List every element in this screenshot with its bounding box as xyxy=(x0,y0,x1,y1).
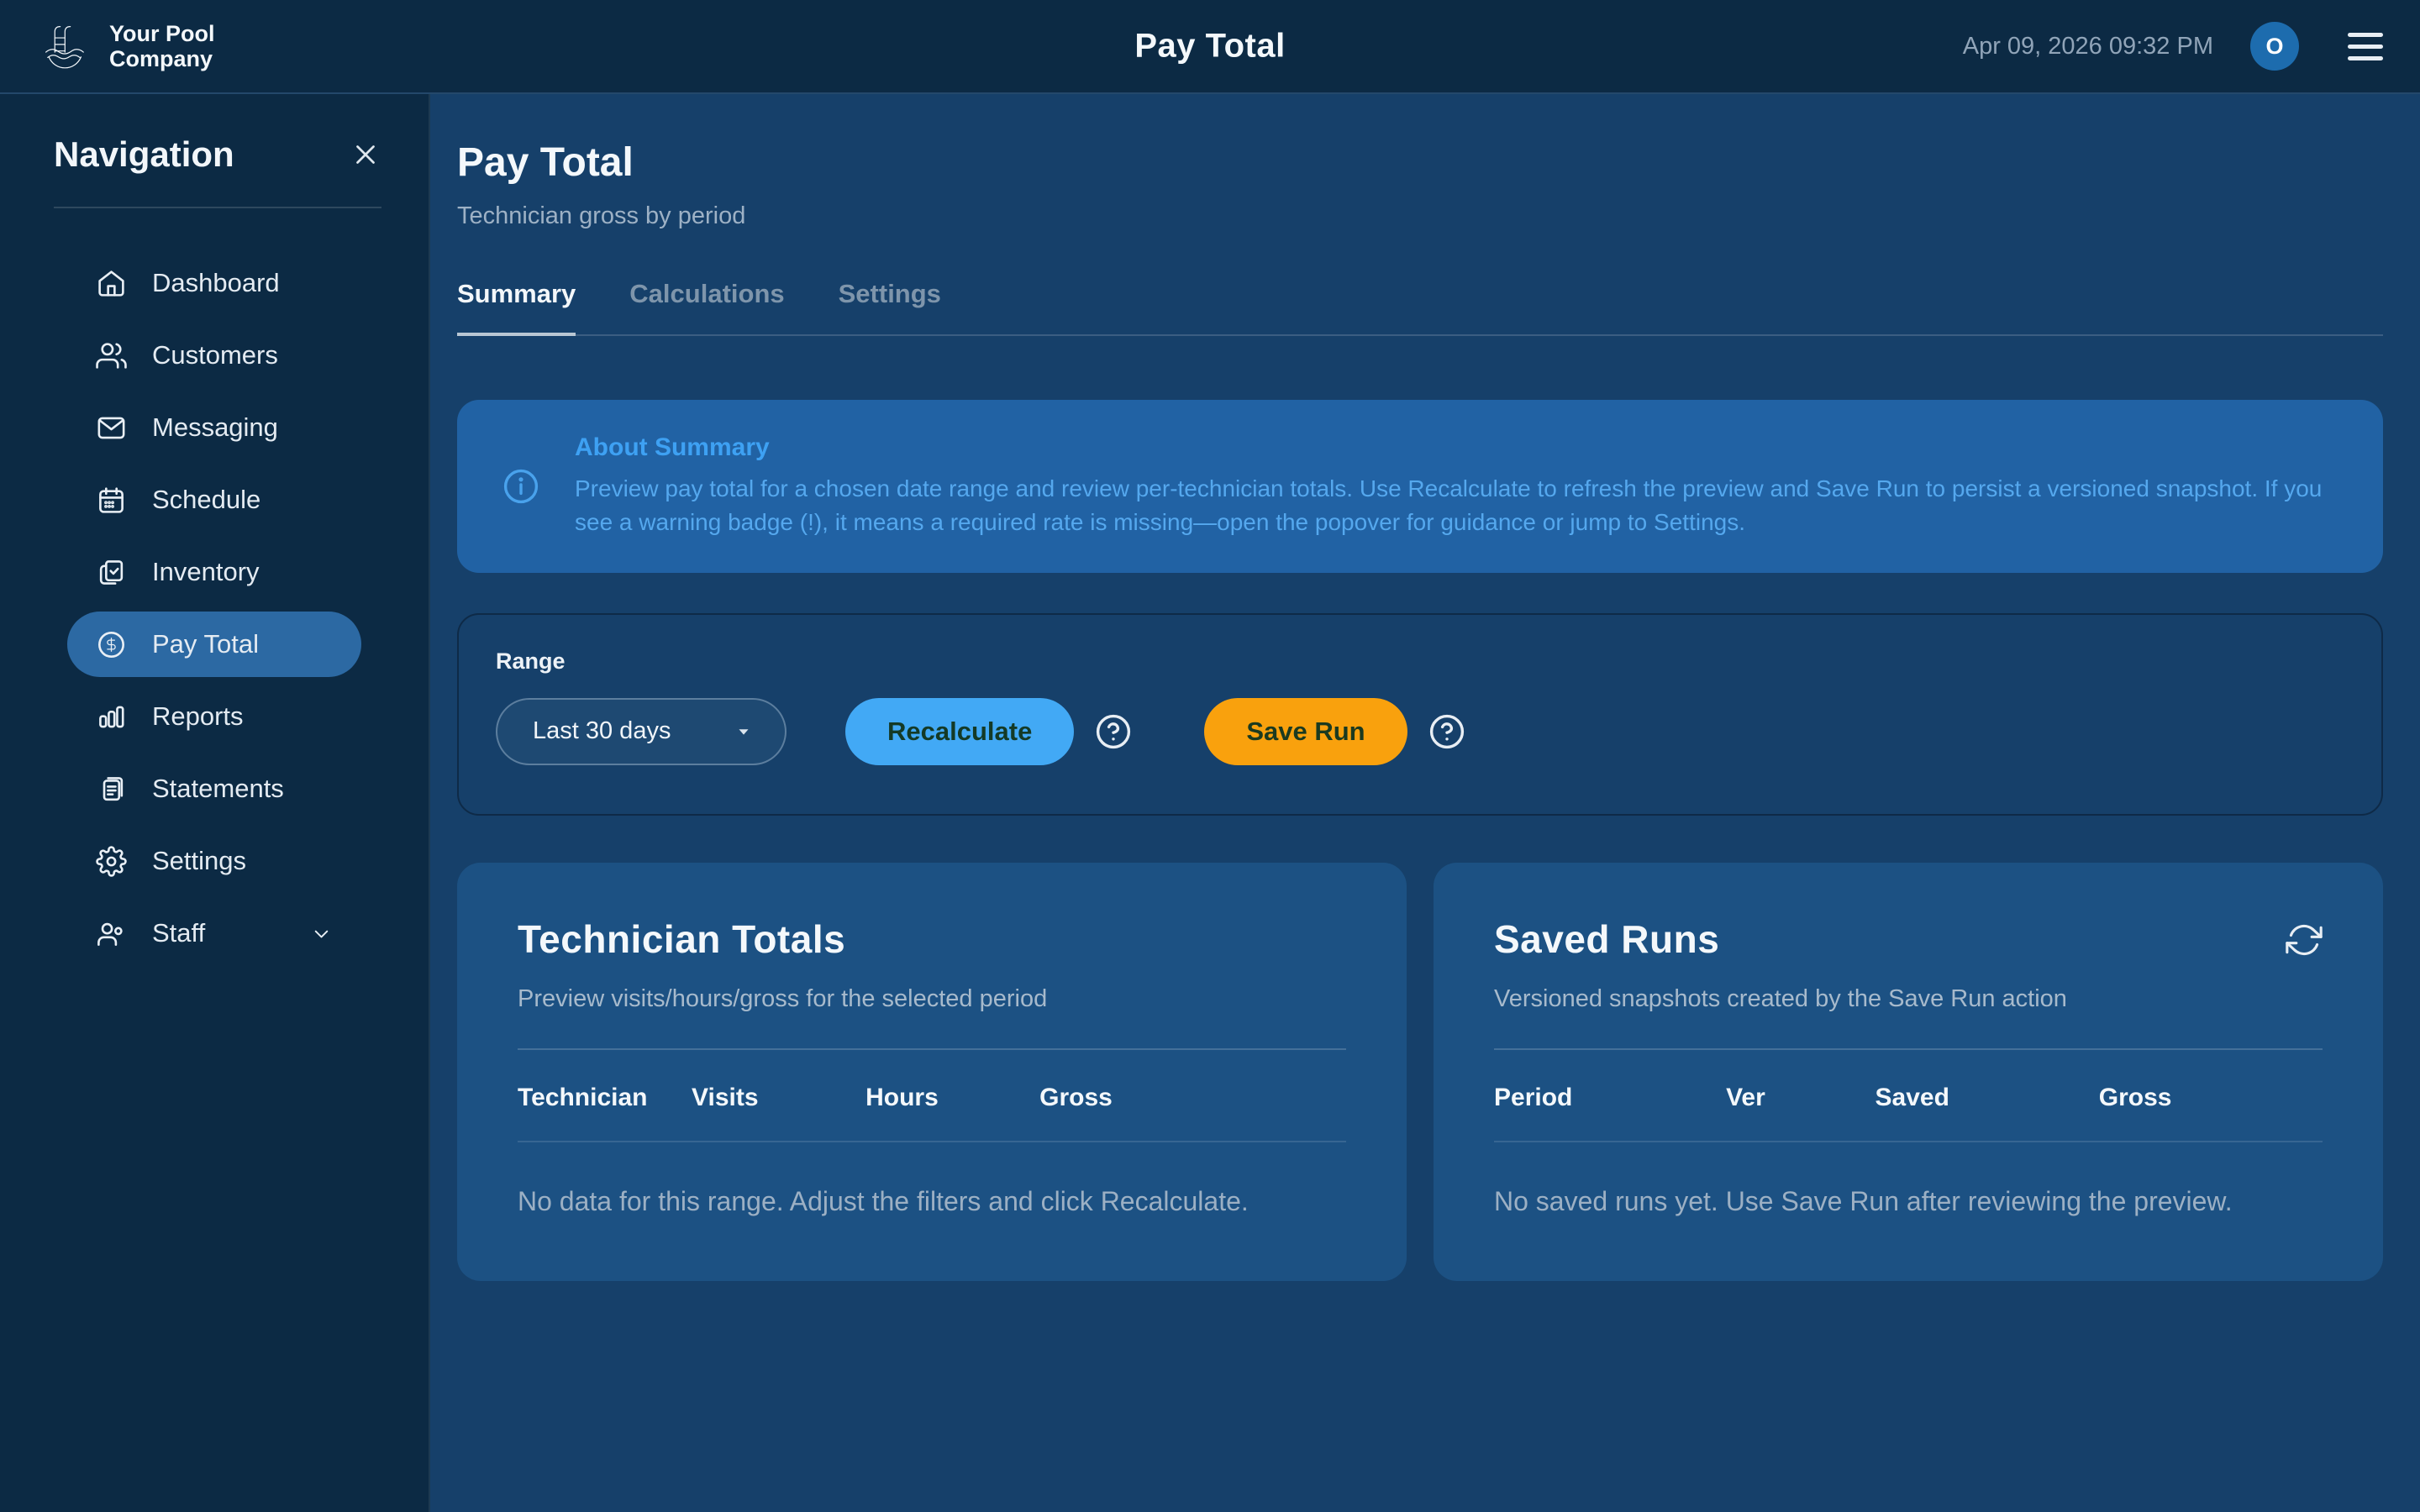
controls-row: Last 30 days Recalculate Save Run xyxy=(496,698,2344,765)
sidebar-header: Navigation xyxy=(54,134,381,175)
sidebar-title: Navigation xyxy=(54,134,234,175)
sidebar-item-reports[interactable]: Reports xyxy=(67,684,361,749)
sidebar-item-inventory[interactable]: Inventory xyxy=(67,539,361,605)
sidebar-item-label: Schedule xyxy=(152,485,260,515)
calendar-icon xyxy=(96,485,127,516)
column-header: Period xyxy=(1494,1084,1726,1112)
sidebar-item-label: Pay Total xyxy=(152,629,259,659)
about-summary-body: Preview pay total for a chosen date rang… xyxy=(575,472,2339,539)
divider xyxy=(1494,1141,2323,1142)
saved-runs-header-row: Period Ver Saved Gross xyxy=(1494,1084,2323,1112)
tab-calculations[interactable]: Calculations xyxy=(629,279,784,336)
saved-runs-empty-state: No saved runs yet. Use Save Run after re… xyxy=(1494,1186,2323,1217)
range-controls-panel: Range Last 30 days Recalculate xyxy=(457,613,2383,816)
about-summary-banner: About Summary Preview pay total for a ch… xyxy=(457,400,2383,573)
info-icon xyxy=(501,466,541,507)
page-title: Pay Total xyxy=(457,139,2383,186)
saved-runs-title: Saved Runs xyxy=(1494,916,1719,962)
clipboard-list-icon xyxy=(96,774,127,805)
sidebar-item-pay-total[interactable]: Pay Total xyxy=(67,612,361,677)
brand-line2: Company xyxy=(109,46,215,71)
sidebar-item-customers[interactable]: Customers xyxy=(67,323,361,388)
staff-icon xyxy=(96,918,127,949)
page-subtitle: Technician gross by period xyxy=(457,202,2383,230)
menu-icon[interactable] xyxy=(2348,33,2383,60)
brand-name: Your Pool Company xyxy=(109,21,215,71)
sidebar-item-messaging[interactable]: Messaging xyxy=(67,395,361,460)
top-header: Your Pool Company Pay Total Apr 09, 2026… xyxy=(0,0,2420,94)
gear-icon xyxy=(96,846,127,877)
users-icon xyxy=(96,340,127,371)
recalculate-button[interactable]: Recalculate xyxy=(845,698,1074,765)
main-content: Pay Total Technician gross by period Sum… xyxy=(430,94,2420,1512)
sidebar-item-label: Inventory xyxy=(152,557,260,587)
recalculate-help-icon[interactable] xyxy=(1093,711,1134,752)
brand-line1: Your Pool xyxy=(109,21,215,46)
mail-icon xyxy=(96,412,127,444)
home-icon xyxy=(96,268,127,299)
about-summary-text: About Summary Preview pay total for a ch… xyxy=(575,433,2339,539)
saved-runs-subtitle: Versioned snapshots created by the Save … xyxy=(1494,985,2323,1013)
column-header: Technician xyxy=(518,1084,692,1112)
sidebar-item-label: Settings xyxy=(152,846,246,876)
technician-totals-title: Technician Totals xyxy=(518,916,845,962)
body-layout: Navigation Dashboard xyxy=(0,94,2420,1512)
column-header: Gross xyxy=(2099,1084,2323,1112)
sidebar-item-label: Messaging xyxy=(152,412,278,443)
sidebar-item-dashboard[interactable]: Dashboard xyxy=(67,250,361,316)
column-header: Hours xyxy=(865,1084,1039,1112)
clipboard-check-icon xyxy=(96,557,127,588)
technician-totals-empty-state: No data for this range. Adjust the filte… xyxy=(518,1186,1346,1217)
bar-chart-icon xyxy=(96,701,127,732)
column-header: Ver xyxy=(1726,1084,1875,1112)
about-summary-title: About Summary xyxy=(575,433,2339,462)
sidebar-item-settings[interactable]: Settings xyxy=(67,828,361,894)
column-header: Visits xyxy=(692,1084,865,1112)
dollar-circle-icon xyxy=(96,629,127,660)
saved-runs-card: Saved Runs Versioned snapshots created b… xyxy=(1434,863,2383,1281)
range-select[interactable]: Last 30 days xyxy=(496,698,786,765)
header-title: Pay Total xyxy=(1134,28,1285,66)
technician-totals-subtitle: Preview visits/hours/gross for the selec… xyxy=(518,985,1346,1013)
sidebar-item-statements[interactable]: Statements xyxy=(67,756,361,822)
sidebar-item-label: Statements xyxy=(152,774,284,804)
tab-bar: Summary Calculations Settings xyxy=(457,279,2383,336)
refresh-icon[interactable] xyxy=(2286,921,2323,958)
cards-row: Technician Totals Preview visits/hours/g… xyxy=(457,863,2383,1281)
range-select-value: Last 30 days xyxy=(533,717,671,745)
sidebar-item-label: Customers xyxy=(152,340,278,370)
column-header: Saved xyxy=(1876,1084,2099,1112)
chevron-down-icon xyxy=(310,922,333,945)
brand: Your Pool Company xyxy=(37,18,215,75)
sidebar-item-staff[interactable]: Staff xyxy=(67,900,361,966)
sidebar-item-label: Staff xyxy=(152,918,205,948)
sidebar-item-label: Dashboard xyxy=(152,268,280,298)
save-run-button[interactable]: Save Run xyxy=(1204,698,1407,765)
technician-totals-header-row: Technician Visits Hours Gross xyxy=(518,1084,1346,1112)
column-header: Gross xyxy=(1039,1084,1346,1112)
sidebar-item-label: Reports xyxy=(152,701,244,732)
pool-logo-icon xyxy=(37,18,94,75)
sidebar: Navigation Dashboard xyxy=(0,94,430,1512)
header-right: Apr 09, 2026 09:32 PM O xyxy=(1963,22,2383,71)
datetime: Apr 09, 2026 09:32 PM xyxy=(1963,33,2213,60)
tab-settings[interactable]: Settings xyxy=(839,279,941,336)
sidebar-nav: Dashboard Customers xyxy=(67,250,361,966)
save-run-help-icon[interactable] xyxy=(1427,711,1467,752)
close-icon[interactable] xyxy=(350,139,381,171)
avatar[interactable]: O xyxy=(2250,22,2299,71)
app-root: Your Pool Company Pay Total Apr 09, 2026… xyxy=(0,0,2420,1512)
divider xyxy=(518,1048,1346,1050)
range-label: Range xyxy=(496,648,2344,675)
sidebar-item-schedule[interactable]: Schedule xyxy=(67,467,361,533)
caret-down-icon xyxy=(734,722,753,741)
divider xyxy=(1494,1048,2323,1050)
divider xyxy=(518,1141,1346,1142)
sidebar-divider xyxy=(54,207,381,208)
tab-summary[interactable]: Summary xyxy=(457,279,576,336)
technician-totals-card: Technician Totals Preview visits/hours/g… xyxy=(457,863,1407,1281)
